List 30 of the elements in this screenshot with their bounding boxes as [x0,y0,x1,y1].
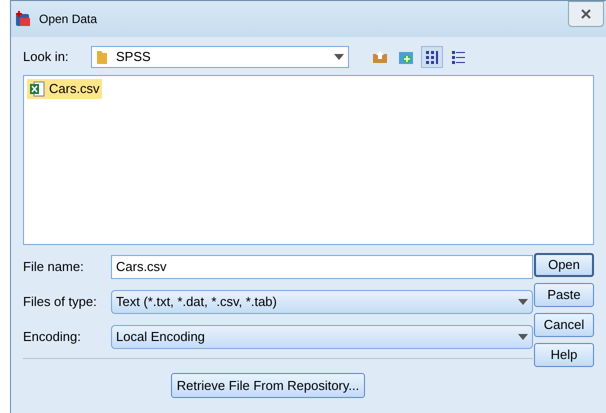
dropdown-field[interactable]: Local Encoding [111,325,533,349]
new-folder-icon [398,49,414,65]
field-label: File name: [23,258,85,276]
look-in-label: Look in: [23,48,70,66]
grid-view-icon [425,50,439,64]
dropdown-field[interactable]: Text (*.txt, *.dat, *.csv, *.tab) [111,290,533,314]
file-name-field[interactable]: Cars.csv [111,255,533,279]
app-icon [15,11,31,27]
field-label: Files of type: [23,293,98,312]
look-in-value: SPSS [116,48,152,66]
details-view-icon [451,50,465,64]
dialog-button[interactable]: Cancel [534,313,594,337]
dropdown-arrow-icon [518,299,528,305]
dialog-button[interactable]: Help [534,343,594,367]
look-in-dropdown[interactable]: SPSS [91,46,349,68]
window-title: Open Data [39,11,98,28]
close-button[interactable] [568,1,604,27]
dropdown-arrow-icon [518,334,528,340]
dropdown-arrow-icon [334,54,344,60]
dialog-button[interactable]: Open [534,253,594,277]
list-view-button[interactable] [421,46,443,68]
dialog-button[interactable]: Paste [534,283,594,307]
up-arrow-folder-icon [372,50,388,64]
folder-icon [96,49,108,65]
spreadsheet-icon [29,80,45,97]
file-item[interactable]: Cars.csv [27,79,102,98]
file-name: Cars.csv [49,80,100,98]
close-icon [581,9,591,19]
retrieve-from-repository-button[interactable]: Retrieve File From Repository... [170,373,366,398]
field-label: Encoding: [23,328,82,346]
